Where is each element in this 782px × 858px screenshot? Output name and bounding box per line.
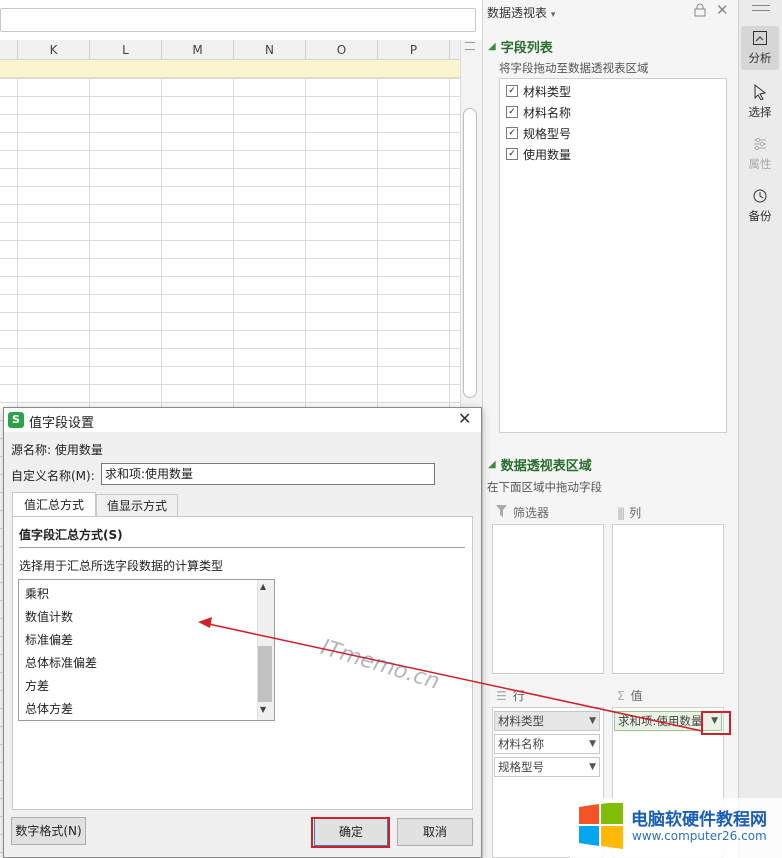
windows-logo-icon	[579, 801, 623, 852]
brand-url: www.computer26.com	[632, 829, 767, 843]
brand-text: 电脑软硬件教程网	[631, 810, 767, 830]
annotation-arrow	[198, 617, 703, 732]
